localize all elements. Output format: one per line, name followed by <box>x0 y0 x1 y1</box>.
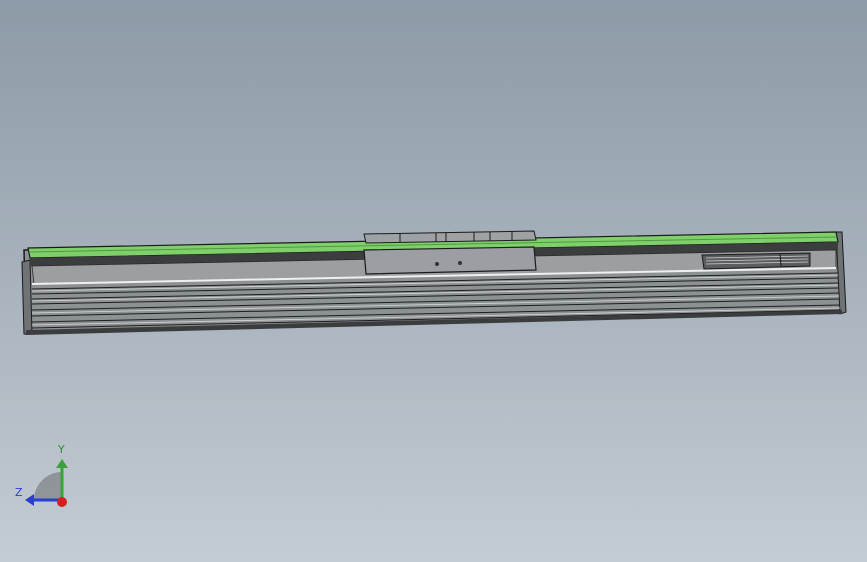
linear-actuator-model[interactable] <box>0 0 867 562</box>
left-end-cap[interactable] <box>21 259 33 335</box>
carriage-hole-left <box>435 262 439 266</box>
carriage-block[interactable] <box>363 246 537 275</box>
triad-y-label: Y <box>58 443 65 456</box>
triad-x-origin-icon <box>57 497 67 507</box>
coordinate-triad[interactable] <box>25 459 68 507</box>
triad-z-label: Z <box>15 486 23 499</box>
graphics-viewport[interactable]: Y Z <box>0 0 867 562</box>
triad-y-arrowhead-icon <box>56 459 68 468</box>
triad-plane-icon <box>34 472 62 500</box>
carriage-hole-right <box>458 261 462 265</box>
triad-z-arrowhead-icon <box>25 494 34 506</box>
